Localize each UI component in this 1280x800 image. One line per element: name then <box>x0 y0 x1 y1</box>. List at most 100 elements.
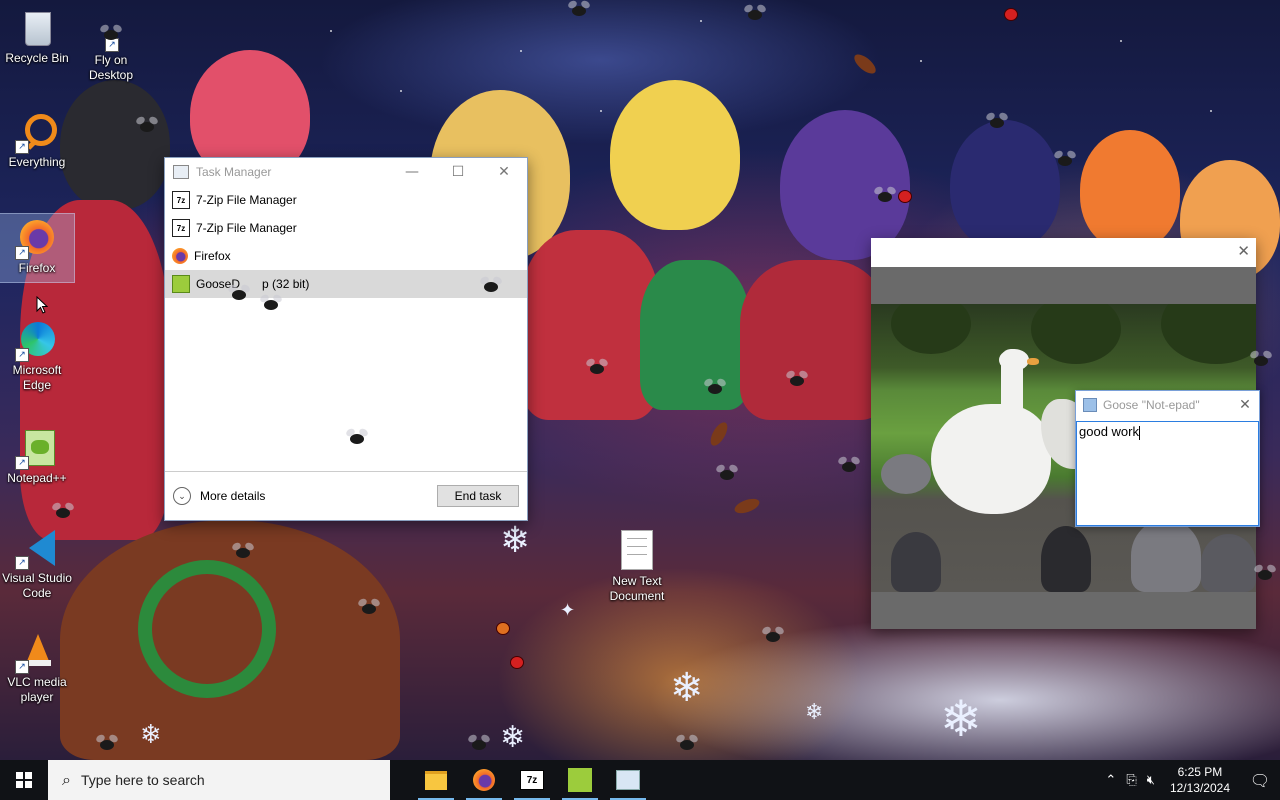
maximize-button[interactable]: ☐ <box>435 158 481 186</box>
notepadplusplus-icon: ↗ <box>15 428 57 470</box>
goose-desktop-icon <box>568 768 592 792</box>
desktop-icon-vscode[interactable]: ↗ Visual Studio Code <box>0 528 74 601</box>
text-document-icon <box>621 530 653 570</box>
desktop-icon-recycle-bin[interactable]: Recycle Bin <box>0 8 74 66</box>
fly-icon <box>1058 156 1072 166</box>
shortcut-arrow-icon: ↗ <box>105 38 119 52</box>
edge-icon: ↗ <box>15 320 57 362</box>
fly-icon <box>350 434 364 444</box>
desktop-icon-label: Recycle Bin <box>5 51 69 65</box>
fly-icon <box>680 740 694 750</box>
recycle-bin-icon <box>17 8 57 48</box>
app-row[interactable]: 7z 7-Zip File Manager <box>165 214 527 242</box>
desktop-icon-label: Visual Studio Code <box>2 571 72 600</box>
more-details-toggle[interactable]: ⌄ More details <box>173 487 437 505</box>
vlc-icon: ↗ <box>15 632 57 674</box>
folder-icon <box>425 770 447 790</box>
goose-desktop-icon <box>172 275 190 293</box>
task-manager-titlebar[interactable]: Task Manager — ☐ ✕ <box>165 158 527 186</box>
taskbar-clock[interactable]: 6:25 PM 12/13/2024 <box>1170 764 1230 796</box>
app-row-selected[interactable]: GooseD p (32 bit) <box>165 270 527 298</box>
notepad-icon <box>1083 398 1097 412</box>
app-name: Firefox <box>194 249 231 263</box>
fly-icon <box>472 740 486 750</box>
volume-muted-icon[interactable]: 🔇︎ <box>1147 773 1155 788</box>
fly-icon <box>1254 356 1268 366</box>
fly-icon <box>236 548 250 558</box>
desktop-icon-microsoft-edge[interactable]: ↗ Microsoft Edge <box>0 320 74 393</box>
text-caret <box>1138 425 1140 440</box>
taskbar: ⌕ Type here to search 7z ⌃ ⎘ 🔇︎ 6:25 PM … <box>0 760 1280 800</box>
everything-search-icon: ↗ <box>15 112 57 154</box>
7zip-icon: 7z <box>172 191 190 209</box>
desktop-icon-vlc[interactable]: ↗ VLC media player <box>0 632 74 705</box>
minimize-button[interactable]: — <box>389 158 435 186</box>
notepad-title: Goose "Not-epad" <box>1103 398 1200 412</box>
fly-icon <box>748 10 762 20</box>
app-row[interactable]: Firefox <box>165 242 527 270</box>
start-button[interactable] <box>0 760 48 800</box>
7zip-icon: 7z <box>172 219 190 237</box>
desktop-icon-firefox[interactable]: ↗ Firefox <box>0 213 75 283</box>
search-placeholder: Type here to search <box>80 772 205 788</box>
taskbar-goose-notepad[interactable] <box>604 760 652 800</box>
end-task-button[interactable]: End task <box>437 485 519 507</box>
more-details-label: More details <box>200 489 266 503</box>
window-title: Task Manager <box>196 165 272 179</box>
vscode-icon: ↗ <box>15 528 57 570</box>
ladybug-icon <box>898 190 912 203</box>
fly-icon <box>842 462 856 472</box>
fly-icon <box>362 604 376 614</box>
desktop-icon-label: Notepad++ <box>7 471 67 485</box>
7zip-icon: 7z <box>520 770 544 790</box>
notification-center-icon[interactable]: 🗨︎ <box>1240 771 1280 790</box>
fly-icon <box>100 740 114 750</box>
desktop-icon-label: Firefox <box>18 261 56 275</box>
fly-icon <box>590 364 604 374</box>
firefox-icon <box>172 248 188 264</box>
chevron-down-icon: ⌄ <box>173 487 191 505</box>
network-icon[interactable]: ⎘ <box>1126 773 1136 788</box>
shortcut-arrow-icon: ↗ <box>15 348 29 362</box>
desktop-icon-notepad-plus-plus[interactable]: ↗ Notepad++ <box>0 428 74 486</box>
fly-icon <box>232 290 246 300</box>
fly-icon <box>56 508 70 518</box>
notepad-titlebar[interactable]: Goose "Not-epad" ✕ <box>1076 391 1259 419</box>
task-manager-window[interactable]: Task Manager — ☐ ✕ 7z 7-Zip File Manager… <box>164 157 528 521</box>
fly-icon <box>990 118 1004 128</box>
search-icon: ⌕ <box>62 770 71 789</box>
shortcut-arrow-icon: ↗ <box>15 456 29 470</box>
taskbar-7zip[interactable]: 7z <box>508 760 556 800</box>
notepad-icon <box>616 770 640 790</box>
shortcut-arrow-icon: ↗ <box>15 556 29 570</box>
taskbar-file-explorer[interactable] <box>412 760 460 800</box>
taskbar-search-box[interactable]: ⌕ Type here to search <box>48 760 390 800</box>
desktop-icon-label: Everything <box>8 155 66 169</box>
firefox-icon <box>473 769 495 791</box>
fly-icon <box>720 470 734 480</box>
shortcut-arrow-icon: ↗ <box>15 660 29 674</box>
notepad-text-area[interactable]: good work <box>1076 421 1259 526</box>
app-row[interactable]: 7z 7-Zip File Manager <box>165 186 527 214</box>
app-list: 7z 7-Zip File Manager 7z 7-Zip File Mana… <box>165 186 527 298</box>
chevron-up-icon[interactable]: ⌃ <box>1105 773 1116 788</box>
desktop-icon-everything[interactable]: ↗ Everything <box>0 112 74 170</box>
close-button[interactable]: ✕ <box>1237 242 1250 260</box>
fly-icon <box>572 6 586 16</box>
video-window-titlebar[interactable]: ✕ <box>871 238 1256 267</box>
windows-logo-icon <box>16 772 32 788</box>
fly-icon <box>878 192 892 202</box>
close-button[interactable]: ✕ <box>1231 397 1259 413</box>
desktop-icon-label: VLC media player <box>7 675 67 704</box>
desktop-icon-label: New Text Document <box>609 574 665 603</box>
taskbar-firefox[interactable] <box>460 760 508 800</box>
desktop-icon-new-text-document[interactable]: New Text Document <box>600 530 674 604</box>
shortcut-arrow-icon: ↗ <box>15 246 29 260</box>
app-name: 7-Zip File Manager <box>196 193 297 207</box>
close-button[interactable]: ✕ <box>481 158 527 186</box>
fly-icon <box>140 122 154 132</box>
mouse-cursor-icon <box>36 296 48 314</box>
taskbar-goose-desktop[interactable] <box>556 760 604 800</box>
goose-notepad-window[interactable]: Goose "Not-epad" ✕ good work <box>1075 390 1260 527</box>
clock-date: 12/13/2024 <box>1169 781 1230 795</box>
